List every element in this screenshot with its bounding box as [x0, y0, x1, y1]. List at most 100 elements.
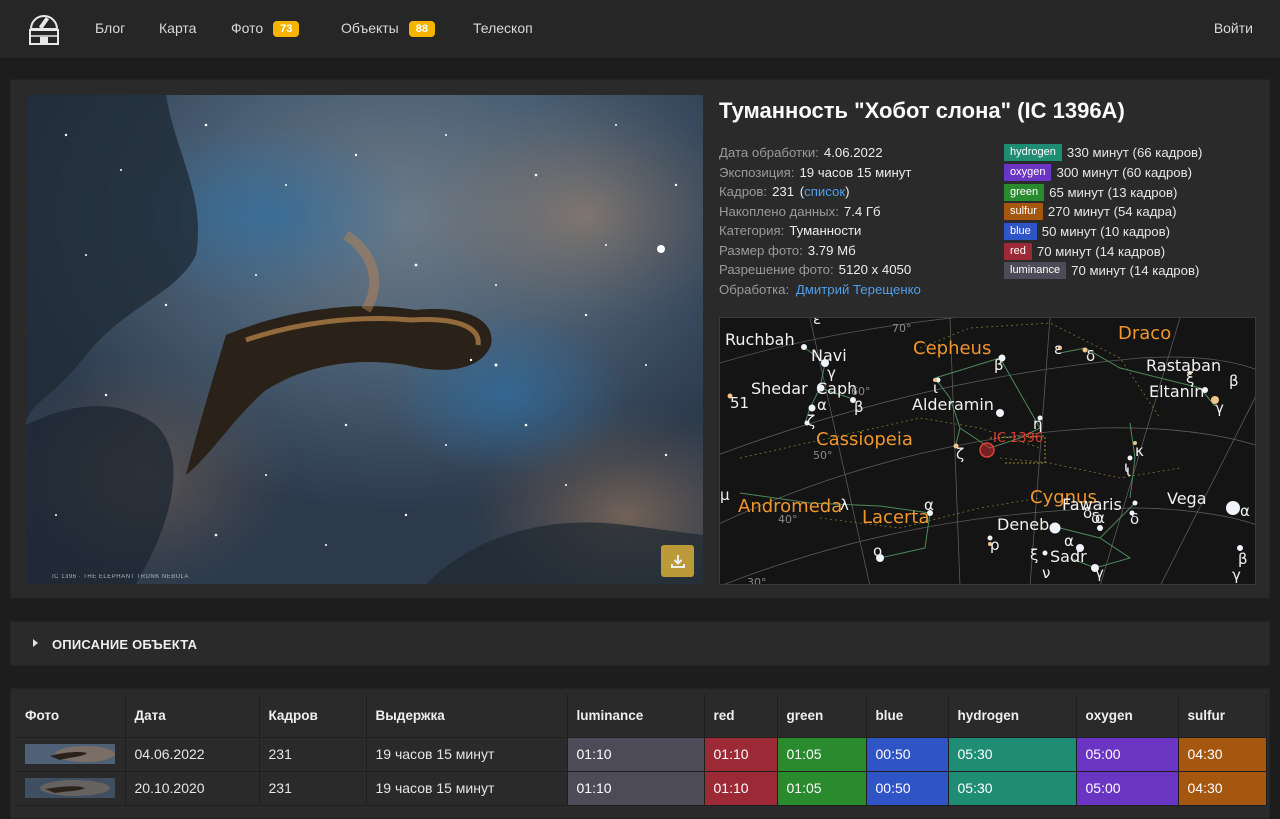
- photos-count-badge: 73: [273, 21, 300, 37]
- top-navbar: Блог Карта Фото 73 Объекты 88 Телескоп Вой…: [0, 0, 1280, 59]
- col-sulfur: sulfur: [1178, 694, 1267, 738]
- nebula-image: [26, 95, 703, 584]
- chevron-right-icon: [33, 639, 38, 647]
- svg-text:o: o: [873, 542, 882, 560]
- svg-text:β: β: [994, 356, 1004, 374]
- astro-photo[interactable]: IC 1396 · THE ELEPHANT TRUNK NEBULA: [26, 95, 703, 584]
- objects-count-badge: 88: [408, 21, 435, 37]
- row-thumbnail[interactable]: [16, 737, 126, 772]
- download-button[interactable]: [661, 545, 694, 577]
- svg-text:β: β: [1229, 372, 1239, 390]
- frames-list-link[interactable]: список: [804, 184, 845, 199]
- filter-red: red 70 минут (14 кадров): [1004, 241, 1264, 261]
- svg-text:Navi: Navi: [811, 346, 847, 365]
- col-photo: Фото: [16, 694, 126, 738]
- photo-thumbnail: [25, 778, 115, 798]
- svg-text:50°: 50°: [813, 449, 833, 462]
- svg-text:Cepheus: Cepheus: [913, 338, 991, 359]
- info-exposure: Экспозиция: 19 часов 15 минут: [719, 164, 912, 180]
- author-link[interactable]: Дмитрий Терещенко: [796, 282, 921, 297]
- info-processed-by: Обработка: Дмитрий Терещенко: [719, 281, 921, 297]
- col-exposure: Выдержка: [366, 694, 568, 738]
- object-title: Туманность "Хобот слона" (IC 1396A): [719, 98, 1125, 123]
- svg-text:70°: 70°: [892, 322, 912, 335]
- table-row[interactable]: 20.10.2020 231 19 часов 15 минут 01:10 0…: [16, 771, 1267, 806]
- sessions-table: Фото Дата Кадров Выдержка luminance red …: [16, 694, 1267, 806]
- svg-text:δ: δ: [1130, 510, 1139, 528]
- download-icon: [670, 555, 685, 568]
- login-link[interactable]: Войти: [1214, 20, 1253, 36]
- filter-blue: blue 50 минут (10 кадров): [1004, 222, 1264, 242]
- svg-text:δ: δ: [1086, 347, 1095, 365]
- svg-text:Vega: Vega: [1167, 489, 1207, 508]
- star-map-canvas: IC 1396 Cepheus Draco Cassiopeia Androme…: [720, 318, 1255, 585]
- svg-text:ε: ε: [813, 318, 821, 328]
- info-data-size: Накоплено данных: 7.4 Гб: [719, 203, 881, 219]
- nav-telescope[interactable]: Телескоп: [473, 20, 533, 36]
- col-date: Дата: [125, 694, 260, 738]
- row-thumbnail[interactable]: [16, 771, 126, 806]
- table-header-row: Фото Дата Кадров Выдержка luminance red …: [16, 694, 1267, 738]
- svg-text:ξ: ξ: [1186, 369, 1194, 387]
- filter-badge: sulfur: [1004, 203, 1043, 221]
- info-processing-date: Дата обработки: 4.06.2022: [719, 145, 883, 160]
- photo-thumbnail: [25, 744, 115, 764]
- svg-text:Ruchbah: Ruchbah: [725, 330, 795, 349]
- filter-badge: oxygen: [1004, 164, 1052, 182]
- filter-oxygen: oxygen 300 минут (60 кадров): [1004, 163, 1264, 183]
- svg-text:ν: ν: [1042, 564, 1050, 582]
- filter-badge: blue: [1004, 223, 1037, 241]
- nav-objects[interactable]: Объекты 88: [341, 20, 435, 37]
- svg-text:γ: γ: [1232, 566, 1241, 584]
- svg-text:51: 51: [730, 394, 749, 412]
- svg-text:ε: ε: [1054, 340, 1062, 358]
- filter-luminance: luminance 70 минут (14 кадров): [1004, 261, 1264, 281]
- observatory-logo-icon[interactable]: [26, 12, 62, 46]
- nav-photos[interactable]: Фото 73: [231, 20, 300, 37]
- svg-text:κ: κ: [1135, 442, 1144, 460]
- svg-text:Draco: Draco: [1118, 323, 1171, 344]
- filter-sulfur: sulfur 270 минут (54 кадра): [1004, 202, 1264, 222]
- svg-text:40°: 40°: [778, 513, 798, 526]
- col-oxygen: oxygen: [1076, 694, 1179, 738]
- map-target-label: IC 1396: [993, 431, 1043, 446]
- svg-text:μ: μ: [720, 486, 730, 504]
- svg-text:α: α: [1240, 502, 1250, 520]
- svg-text:Lacerta: Lacerta: [862, 507, 930, 528]
- svg-text:ζ: ζ: [956, 445, 964, 463]
- col-luminance: luminance: [567, 694, 705, 738]
- col-hydrogen: hydrogen: [948, 694, 1077, 738]
- nav-map[interactable]: Карта: [159, 20, 196, 36]
- svg-text:ζ: ζ: [807, 412, 815, 430]
- svg-text:α: α: [1095, 509, 1105, 527]
- object-panel: IC 1396 · THE ELEPHANT TRUNK NEBULA Тума…: [10, 79, 1270, 599]
- svg-text:Rastaban: Rastaban: [1146, 356, 1221, 375]
- info-category: Категория: Туманности: [719, 223, 862, 238]
- star-map[interactable]: IC 1396 Cepheus Draco Cassiopeia Androme…: [719, 317, 1256, 585]
- filter-badge: hydrogen: [1004, 144, 1062, 162]
- svg-text:Shedar: Shedar: [751, 379, 808, 398]
- sessions-table-wrap: Фото Дата Кадров Выдержка luminance red …: [10, 688, 1270, 819]
- col-blue: blue: [866, 694, 949, 738]
- svg-text:α: α: [1064, 532, 1074, 550]
- col-green: green: [777, 694, 867, 738]
- info-frames: Кадров: 231 (список): [719, 184, 850, 199]
- filter-badge: red: [1004, 242, 1032, 260]
- svg-text:α: α: [924, 496, 934, 514]
- svg-text:ξ: ξ: [1030, 546, 1038, 564]
- svg-text:30°: 30°: [747, 576, 767, 585]
- table-row[interactable]: 04.06.2022 231 19 часов 15 минут 01:10 0…: [16, 737, 1267, 772]
- description-label: ОПИСАНИЕ ОБЪЕКТА: [52, 637, 198, 652]
- filter-hydrogen: hydrogen 330 минут (66 кадров): [1004, 143, 1264, 163]
- svg-text:λ: λ: [840, 496, 849, 514]
- svg-text:Cassiopeia: Cassiopeia: [816, 429, 913, 450]
- svg-text:Deneb: Deneb: [997, 515, 1049, 534]
- col-frames: Кадров: [259, 694, 367, 738]
- object-description-toggle[interactable]: ОПИСАНИЕ ОБЪЕКТА: [10, 621, 1270, 666]
- svg-text:Eltanin: Eltanin: [1149, 382, 1204, 401]
- nav-blog[interactable]: Блог: [95, 20, 125, 36]
- svg-text:γ: γ: [1095, 564, 1104, 582]
- svg-text:ρ: ρ: [990, 536, 1000, 554]
- svg-text:ι: ι: [933, 379, 938, 397]
- col-red: red: [704, 694, 778, 738]
